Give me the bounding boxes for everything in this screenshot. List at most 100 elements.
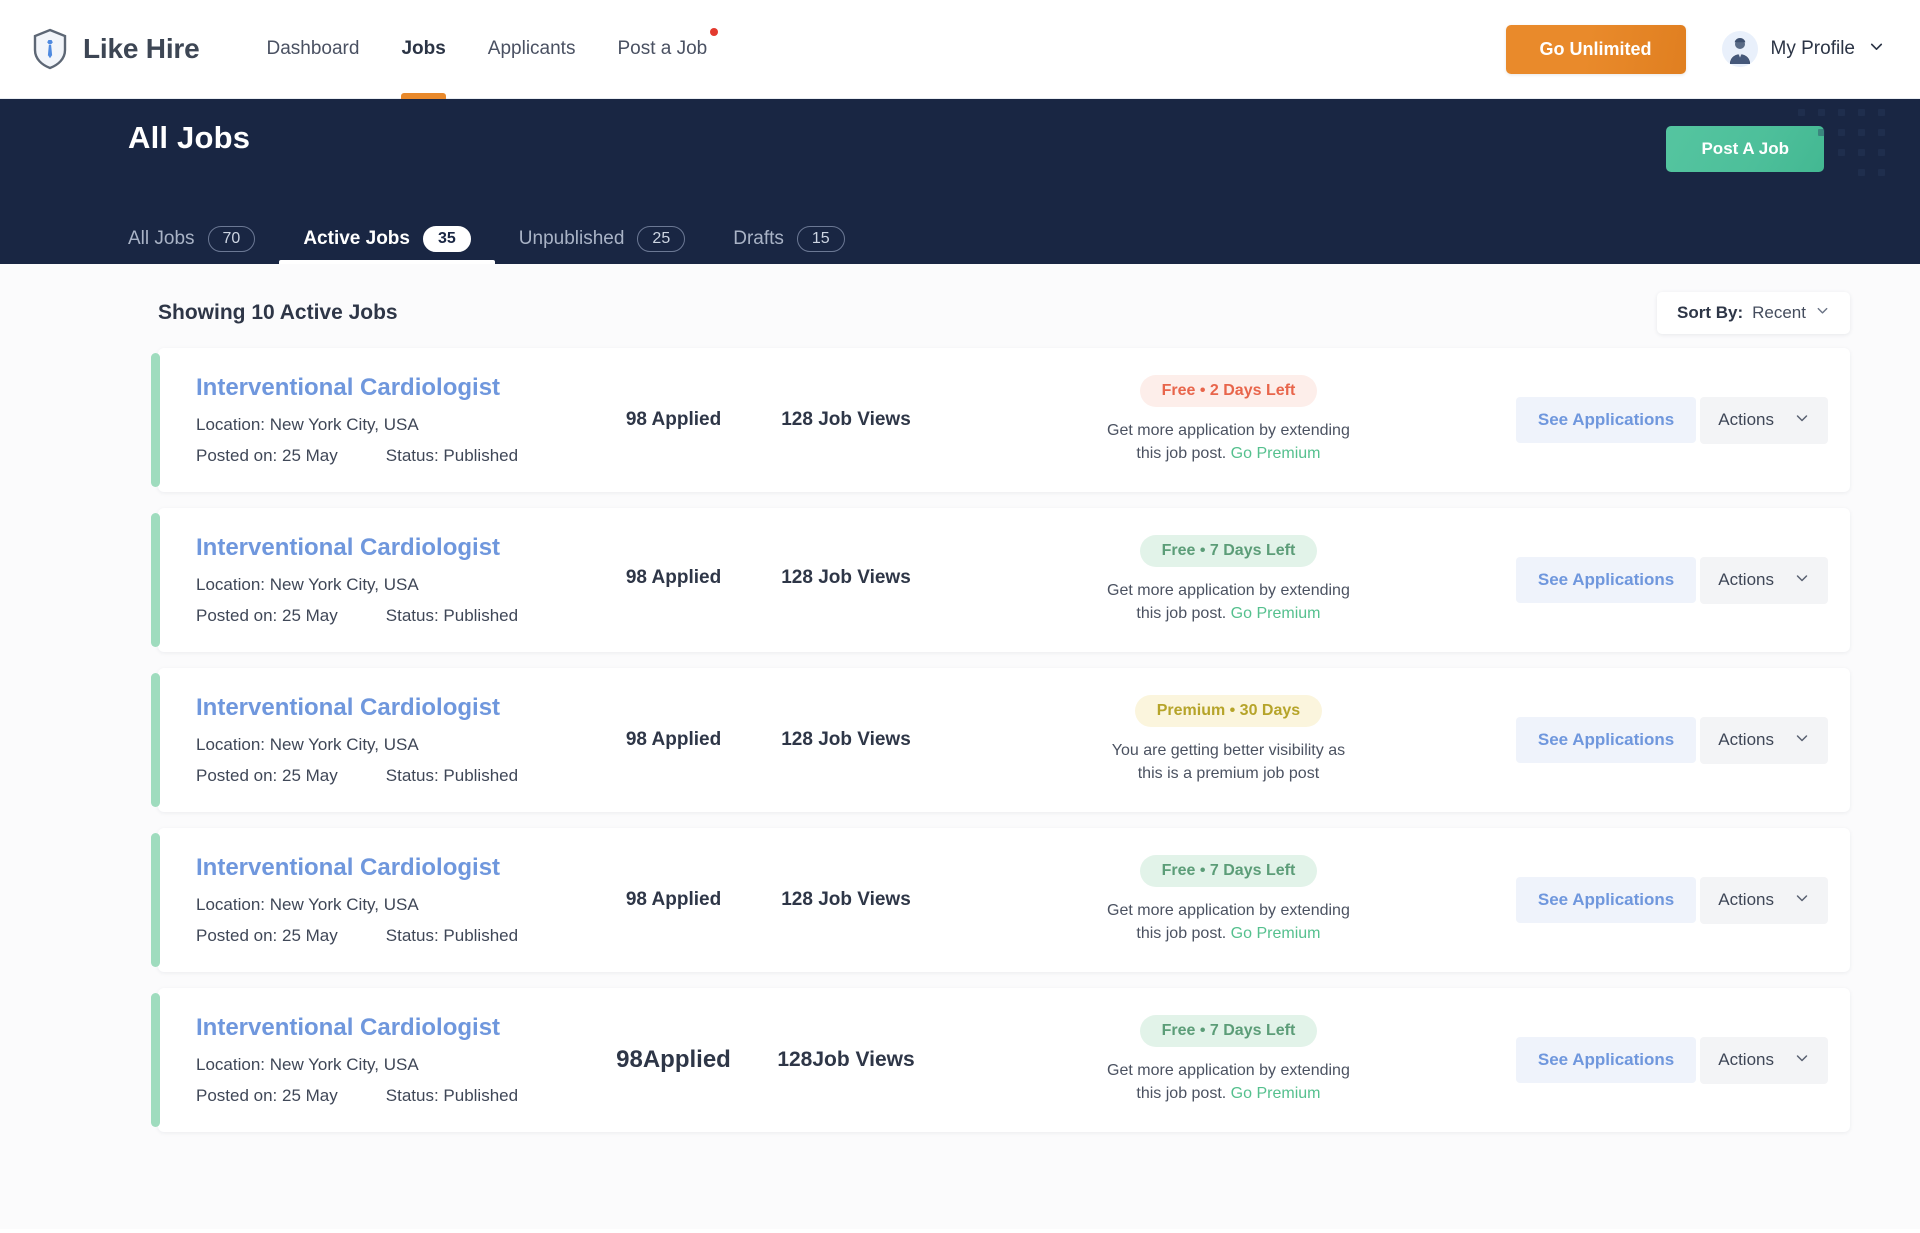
tab-active-jobs[interactable]: Active Jobs 35 [279,226,496,264]
chevron-down-icon [1815,303,1830,323]
job-title-link[interactable]: Interventional Cardiologist [196,1014,596,1042]
tab-label-unpublished: Unpublished [518,228,625,250]
job-location: Location: New York City, USA [196,575,419,594]
job-title-link[interactable]: Interventional Cardiologist [196,374,596,402]
go-premium-link[interactable]: Go Premium [1231,925,1321,942]
job-views-count: 128 Job Views [781,567,911,588]
tab-unpublished[interactable]: Unpublished 25 [495,226,709,264]
job-location: Location: New York City, USA [196,895,419,914]
nav-right-cluster: Go Unlimited My Profile [1505,24,1885,74]
promo-text: Get more application by extending this j… [1103,419,1353,465]
go-premium-link[interactable]: Go Premium [1231,445,1321,462]
nav-item-dashboard[interactable]: Dashboard [245,0,380,99]
nav-label-dashboard: Dashboard [266,38,360,59]
chevron-down-icon [1794,410,1810,431]
job-title-link[interactable]: Interventional Cardiologist [196,854,596,882]
job-promo: Free • 7 Days Left Get more application … [941,1014,1516,1105]
promo-text: Get more application by extending this j… [1103,579,1353,625]
job-location: Location: New York City, USA [196,735,419,754]
job-promo: Free • 7 Days Left Get more application … [941,534,1516,625]
nav-label-jobs: Jobs [401,38,446,59]
actions-dropdown-button[interactable]: Actions [1700,1036,1828,1084]
tab-drafts[interactable]: Drafts 15 [709,226,868,264]
tab-all-jobs[interactable]: All Jobs 70 [128,226,279,264]
job-card[interactable]: Interventional Cardiologist Location: Ne… [151,988,1850,1132]
see-applications-button[interactable]: See Applications [1515,557,1697,603]
job-actions: See Applications Actions [1515,876,1828,924]
card-accent-bar [151,513,160,647]
job-card[interactable]: Interventional Cardiologist Location: Ne… [151,828,1850,972]
job-location: Location: New York City, USA [196,1055,419,1074]
actions-dropdown-button[interactable]: Actions [1700,876,1828,924]
job-actions: See Applications Actions [1515,716,1828,764]
job-info: Interventional Cardiologist Location: Ne… [196,672,596,808]
job-promo: Free • 7 Days Left Get more application … [941,854,1516,945]
job-posted-date: Posted on: 25 May [196,606,338,625]
see-applications-button[interactable]: See Applications [1515,717,1697,763]
see-applications-button[interactable]: See Applications [1515,1037,1697,1083]
job-applied-count: 98 Applied [625,889,722,910]
chevron-down-icon [1794,1050,1810,1071]
job-card[interactable]: Interventional Cardiologist Location: Ne… [151,508,1850,652]
avatar [1721,31,1758,67]
job-card[interactable]: Interventional Cardiologist Location: Ne… [151,348,1850,492]
go-premium-link[interactable]: Go Premium [1231,1085,1321,1102]
promo-text: Get more application by extending this j… [1103,899,1353,945]
top-navigation-bar: Like Hire Dashboard Jobs Applicants Post… [0,0,1920,99]
actions-label: Actions [1718,410,1774,429]
status-badge: Free • 2 Days Left [1139,374,1318,407]
sort-by-value: Recent [1752,303,1806,322]
job-views-count: 128 Job Views [781,889,911,910]
job-card[interactable]: Interventional Cardiologist Location: Ne… [151,668,1850,812]
jobs-page-body: Showing 10 Active Jobs Sort By: Recent I… [0,264,1920,1229]
card-accent-bar [151,833,160,967]
status-badge: Free • 7 Days Left [1139,854,1318,887]
tab-label-all-jobs: All Jobs [128,228,195,250]
main-nav-links: Dashboard Jobs Applicants Post a Job [245,0,728,99]
nav-item-jobs[interactable]: Jobs [380,0,466,99]
job-title-link[interactable]: Interventional Cardiologist [196,694,596,722]
actions-label: Actions [1718,730,1774,749]
see-applications-button[interactable]: See Applications [1515,397,1697,443]
showing-count-label: Showing 10 Active Jobs [158,301,398,324]
tab-count-all-jobs: 70 [207,226,256,252]
brand-logo[interactable]: Like Hire [30,27,200,71]
go-unlimited-button[interactable]: Go Unlimited [1505,24,1686,74]
job-promo: Free • 2 Days Left Get more application … [941,374,1516,465]
profile-menu[interactable]: My Profile [1721,31,1885,67]
job-title-link[interactable]: Interventional Cardiologist [196,534,596,562]
page-banner: All Jobs Post A Job [0,99,1920,217]
job-promo: Premium • 30 Days You are getting better… [941,694,1516,785]
actions-dropdown-button[interactable]: Actions [1700,396,1828,444]
tab-count-active-jobs: 35 [422,226,471,252]
job-info: Interventional Cardiologist Location: Ne… [196,352,596,488]
actions-label: Actions [1718,1050,1774,1069]
job-info: Interventional Cardiologist Location: Ne… [196,512,596,648]
see-applications-button[interactable]: See Applications [1515,877,1697,923]
nav-label-applicants: Applicants [487,38,576,59]
job-applied-count: 98Applied [616,1046,731,1073]
nav-item-post-a-job[interactable]: Post a Job [596,0,728,99]
job-posted-date: Posted on: 25 May [196,1086,338,1105]
actions-dropdown-button[interactable]: Actions [1700,556,1828,604]
nav-label-post-a-job: Post a Job [617,38,708,59]
sort-by-dropdown[interactable]: Sort By: Recent [1657,292,1850,334]
go-premium-link[interactable]: Go Premium [1231,605,1321,622]
actions-dropdown-button[interactable]: Actions [1700,716,1828,764]
job-applied-count: 98 Applied [625,729,722,750]
job-posted-date: Posted on: 25 May [196,766,338,785]
notification-dot-icon [710,27,719,36]
nav-item-applicants[interactable]: Applicants [467,0,597,99]
tab-label-active-jobs: Active Jobs [303,228,410,250]
card-accent-bar [151,673,160,807]
actions-label: Actions [1718,890,1774,909]
job-actions: See Applications Actions [1515,396,1828,444]
promo-text: You are getting better visibility as thi… [1103,739,1353,785]
status-badge: Premium • 30 Days [1134,694,1323,727]
decorative-dots-right [1792,103,1912,198]
tab-label-drafts: Drafts [733,228,784,250]
job-info: Interventional Cardiologist Location: Ne… [196,992,596,1128]
jobs-tab-bar: All Jobs 70 Active Jobs 35 Unpublished 2… [0,217,1920,264]
card-accent-bar [151,993,160,1127]
status-badge: Free • 7 Days Left [1139,1014,1318,1047]
